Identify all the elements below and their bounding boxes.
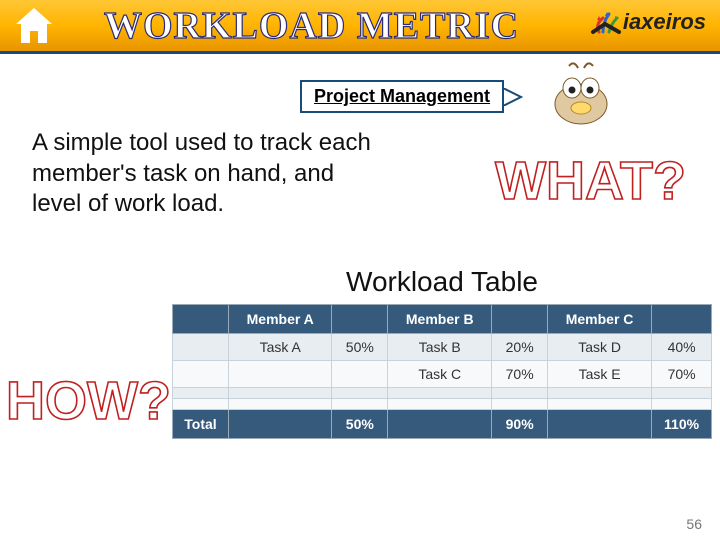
table-cell: 40%: [652, 334, 712, 361]
project-management-label: Project Management: [300, 80, 504, 113]
table-title: Workload Table: [172, 266, 712, 298]
table-cell: Task D: [548, 334, 652, 361]
table-row: Task A50%Task B20%Task D40%: [173, 334, 712, 361]
home-icon: [12, 5, 56, 47]
table-header-cell: [332, 305, 388, 334]
table-cell: [548, 388, 652, 399]
table-row: [173, 388, 712, 399]
brand-text: iaxeiros: [623, 9, 706, 35]
table-footer-cell: [548, 410, 652, 439]
page-title: WORKLOAD METRIC: [104, 4, 519, 48]
table-cell: [173, 388, 229, 399]
table-header-cell: [492, 305, 548, 334]
table-cell: [229, 388, 332, 399]
table-cell: 70%: [652, 361, 712, 388]
table-cell: Task B: [388, 334, 492, 361]
table-footer-cell: 110%: [652, 410, 712, 439]
header-bar: WORKLOAD METRIC iaxeiros: [0, 0, 720, 54]
table-header-cell: Member A: [229, 305, 332, 334]
table-cell: [388, 388, 492, 399]
table-cell: 50%: [332, 334, 388, 361]
table-cell: [388, 399, 492, 410]
table-cell: [652, 388, 712, 399]
table-cell: Task A: [229, 334, 332, 361]
table-footer-cell: [388, 410, 492, 439]
arrow-right-icon: [503, 88, 523, 106]
table-footer-cell: 90%: [492, 410, 548, 439]
table-cell: [652, 399, 712, 410]
table-cell: [332, 361, 388, 388]
brand-logo: iaxeiros: [585, 2, 706, 42]
table-cell: [173, 334, 229, 361]
how-heading: HOW?: [6, 370, 171, 432]
workload-table-wrap: Workload Table Member AMember BMember C …: [172, 266, 712, 439]
table-cell: [548, 399, 652, 410]
table-header-cell: Member C: [548, 305, 652, 334]
table-footer-cell: 50%: [332, 410, 388, 439]
table-cell: 20%: [492, 334, 548, 361]
table-cell: Task E: [548, 361, 652, 388]
table-footer-cell: [229, 410, 332, 439]
what-heading: WHAT?: [495, 150, 686, 212]
table-row: Task C70%Task E70%: [173, 361, 712, 388]
workload-table: Member AMember BMember C Task A50%Task B…: [172, 304, 712, 439]
table-row: [173, 399, 712, 410]
table-cell: [173, 399, 229, 410]
table-cell: Task C: [388, 361, 492, 388]
table-header-cell: Member B: [388, 305, 492, 334]
table-cell: [492, 388, 548, 399]
logo-star-icon: [585, 2, 625, 42]
table-header-cell: [652, 305, 712, 334]
page-number: 56: [686, 516, 702, 532]
mascot-icon: [544, 60, 618, 128]
table-header-cell: [173, 305, 229, 334]
table-cell: [332, 388, 388, 399]
project-management-tag: Project Management: [300, 80, 523, 113]
table-footer-cell: Total: [173, 410, 229, 439]
table-cell: [492, 399, 548, 410]
table-cell: [173, 361, 229, 388]
table-cell: [332, 399, 388, 410]
table-cell: 70%: [492, 361, 548, 388]
home-button[interactable]: [6, 3, 62, 49]
description-text: A simple tool used to track each member'…: [32, 128, 384, 220]
table-cell: [229, 361, 332, 388]
table-cell: [229, 399, 332, 410]
